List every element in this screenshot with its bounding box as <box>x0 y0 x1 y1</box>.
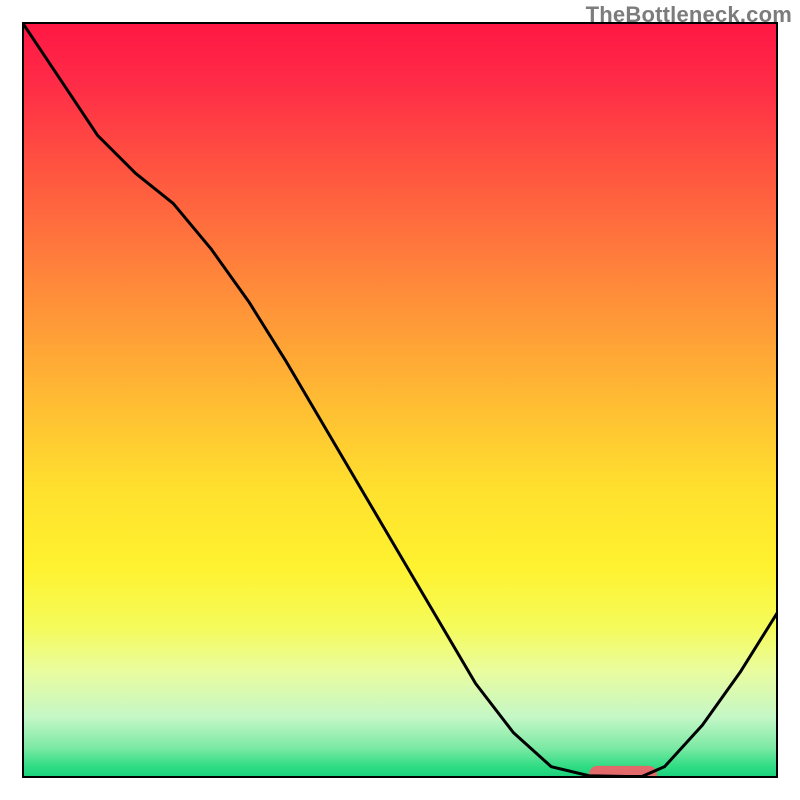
chart-svg <box>22 22 778 778</box>
gradient-background <box>22 22 778 778</box>
plot-area <box>22 22 778 778</box>
chart-container: TheBottleneck.com <box>0 0 800 800</box>
watermark-text: TheBottleneck.com <box>586 2 792 28</box>
